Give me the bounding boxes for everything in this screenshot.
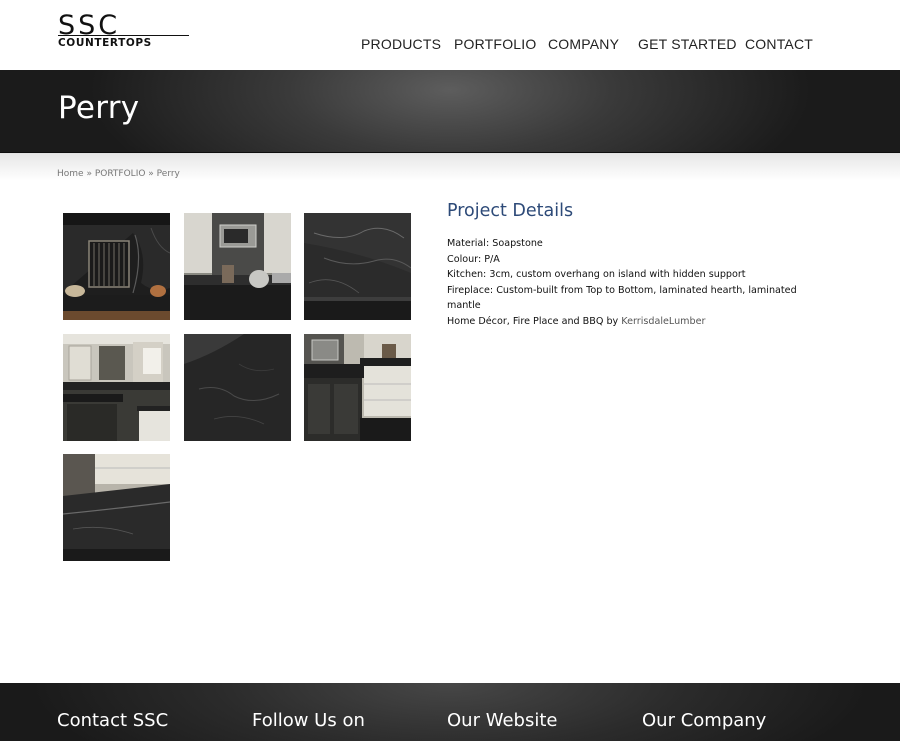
breadcrumb-separator: »	[83, 169, 95, 179]
gallery-thumb-island[interactable]	[63, 334, 170, 441]
kitchen-cabinets-icon	[304, 334, 411, 441]
detail-fireplace: Fireplace: Custom-built from Top to Bott…	[447, 284, 797, 312]
nav-get-started[interactable]: GET STARTED	[638, 36, 737, 52]
page-title: Perry	[58, 90, 140, 126]
soapstone-closeup-icon	[304, 213, 411, 320]
kitchen-island-icon	[63, 334, 170, 441]
detail-decor-text: Home Décor, Fire Place and BBQ by	[447, 315, 622, 327]
kitchen-range-icon	[184, 213, 291, 320]
site-footer: Contact SSC Follow Us on Our Website Our…	[0, 683, 900, 741]
breadcrumb-portfolio[interactable]: PORTFOLIO	[95, 169, 146, 179]
countertop-edge-icon	[63, 454, 170, 561]
detail-material: Material: Soapstone	[447, 238, 543, 249]
footer-company-heading: Our Company	[642, 710, 767, 731]
page-title-band: Perry	[0, 70, 900, 154]
nav-contact[interactable]: CONTACT	[745, 36, 813, 52]
detail-colour: Colour: P/A	[447, 253, 500, 265]
gallery-thumb-surface[interactable]	[184, 334, 291, 441]
breadcrumb-current: Perry	[156, 169, 180, 179]
fireplace-icon	[63, 213, 170, 320]
detail-kitchen: Kitchen: 3cm, custom overhang on island …	[447, 269, 746, 281]
breadcrumb: Home » PORTFOLIO » Perry	[57, 169, 180, 179]
nav-portfolio[interactable]: PORTFOLIO	[454, 36, 536, 52]
footer-contact-heading: Contact SSC	[57, 710, 169, 731]
detail-decor: Home Décor, Fire Place and BBQ by Kerris…	[447, 314, 797, 330]
gallery-thumb-closeup[interactable]	[304, 213, 411, 320]
gallery-thumb-cabinets[interactable]	[304, 334, 411, 441]
footer-website-heading: Our Website	[447, 710, 558, 731]
breadcrumb-separator: »	[145, 169, 157, 179]
gallery-thumb-edge[interactable]	[63, 454, 170, 561]
footer-follow-heading: Follow Us on	[252, 710, 365, 731]
site-header: SSC COUNTERTOPS PRODUCTS PORTFOLIO COMPA…	[0, 0, 900, 70]
gallery-thumb-range[interactable]	[184, 213, 291, 320]
nav-company[interactable]: COMPANY	[548, 36, 619, 52]
nav-products[interactable]: PRODUCTS	[361, 36, 441, 52]
main-nav: PRODUCTS PORTFOLIO COMPANY GET STARTED C…	[0, 36, 900, 56]
soapstone-surface-icon	[184, 334, 291, 441]
breadcrumb-home[interactable]: Home	[57, 169, 84, 179]
project-details: Material: Soapstone Colour: P/A Kitchen:…	[447, 236, 797, 330]
gallery-thumb-fireplace[interactable]	[63, 213, 170, 320]
kerrisdale-lumber-link[interactable]: KerrisdaleLumber	[621, 316, 705, 327]
project-details-heading: Project Details	[447, 201, 574, 221]
